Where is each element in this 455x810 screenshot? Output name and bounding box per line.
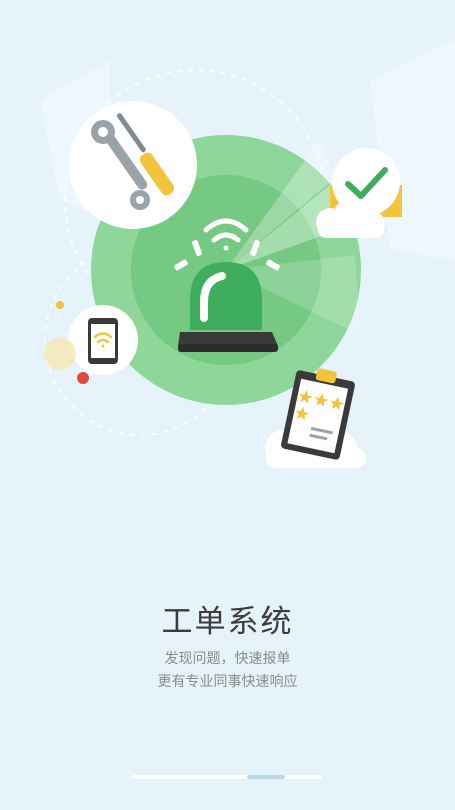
page-title: 工单系统 bbox=[161, 604, 294, 640]
subtitle-line-1: 发现问题，快速报单 bbox=[164, 651, 291, 667]
intro-screen[interactable]: 工单系统 发现问题，快速报单 更有专业同事快速响应 bbox=[0, 0, 455, 810]
page-indicator-active bbox=[247, 775, 285, 779]
page-indicator-track bbox=[132, 775, 322, 779]
tools-badge bbox=[69, 101, 197, 229]
phone-badge bbox=[68, 305, 138, 375]
subtitle-line-2: 更有专业同事快速响应 bbox=[157, 674, 298, 690]
work-order-illustration bbox=[40, 40, 455, 468]
